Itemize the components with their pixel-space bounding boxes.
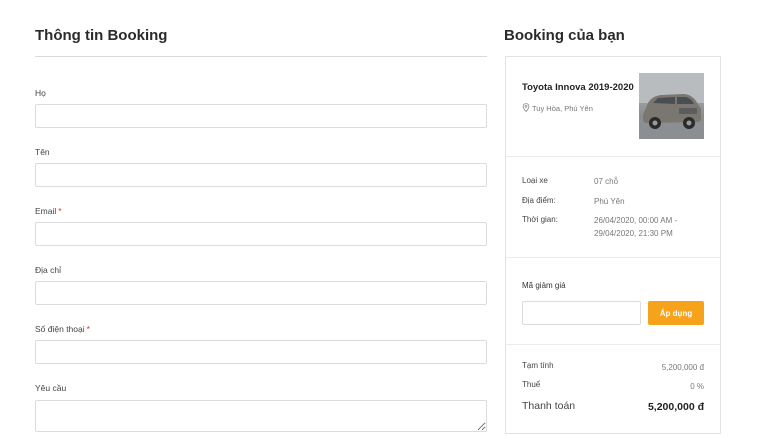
- last-name-label: Họ: [35, 88, 46, 98]
- total-label: Thanh toán: [522, 400, 576, 412]
- booking-summary-title: Booking của bạn: [504, 27, 625, 44]
- coupon-label: Mã giảm giá: [522, 281, 566, 290]
- card-divider: [506, 156, 720, 157]
- tax-label: Thuế: [522, 380, 541, 389]
- card-divider: [506, 257, 720, 258]
- time-value: 26/04/2020, 00:00 AM - 29/04/2020, 21:30…: [594, 216, 678, 238]
- tax-value: 0 %: [690, 382, 704, 391]
- total-value: 5,200,000 đ: [647, 401, 704, 413]
- required-mark: *: [86, 324, 90, 334]
- apply-coupon-button[interactable]: Áp dụng: [648, 301, 704, 325]
- email-label: Email *: [35, 206, 62, 216]
- request-textarea[interactable]: [35, 400, 487, 432]
- title-divider: [35, 56, 487, 57]
- subtotal-value: 5,200,000 đ: [661, 363, 704, 372]
- coupon-input[interactable]: [522, 301, 641, 325]
- car-photo-icon: [639, 73, 704, 139]
- required-mark: *: [58, 206, 62, 216]
- booking-form-title: Thông tin Booking: [35, 27, 168, 44]
- time-label: Thời gian:: [522, 215, 558, 224]
- first-name-input[interactable]: [35, 163, 487, 187]
- first-name-label: Tên: [35, 147, 50, 157]
- phone-input[interactable]: [35, 340, 487, 364]
- email-input[interactable]: [35, 222, 487, 246]
- car-name: Toyota Innova 2019-2020: [522, 82, 634, 93]
- last-name-input[interactable]: [35, 104, 487, 128]
- car-location-text: Tuy Hòa, Phú Yên: [532, 104, 593, 113]
- phone-label: Số điện thoại *: [35, 324, 90, 334]
- address-input[interactable]: [35, 281, 487, 305]
- request-label: Yêu cầu: [35, 383, 67, 393]
- card-divider: [506, 344, 720, 345]
- car-type-value: 07 chỗ: [594, 177, 619, 186]
- subtotal-label: Tạm tính: [522, 361, 554, 370]
- map-pin-icon: [522, 103, 530, 114]
- car-location: Tuy Hòa, Phú Yên: [522, 103, 593, 114]
- location-value: Phú Yên: [594, 197, 625, 206]
- booking-summary-card: Toyota Innova 2019-2020 Tuy Hòa, Phú Yên…: [505, 56, 721, 434]
- address-label: Địa chỉ: [35, 265, 61, 275]
- location-label: Địa điểm:: [522, 196, 556, 205]
- car-type-label: Loại xe: [522, 176, 548, 185]
